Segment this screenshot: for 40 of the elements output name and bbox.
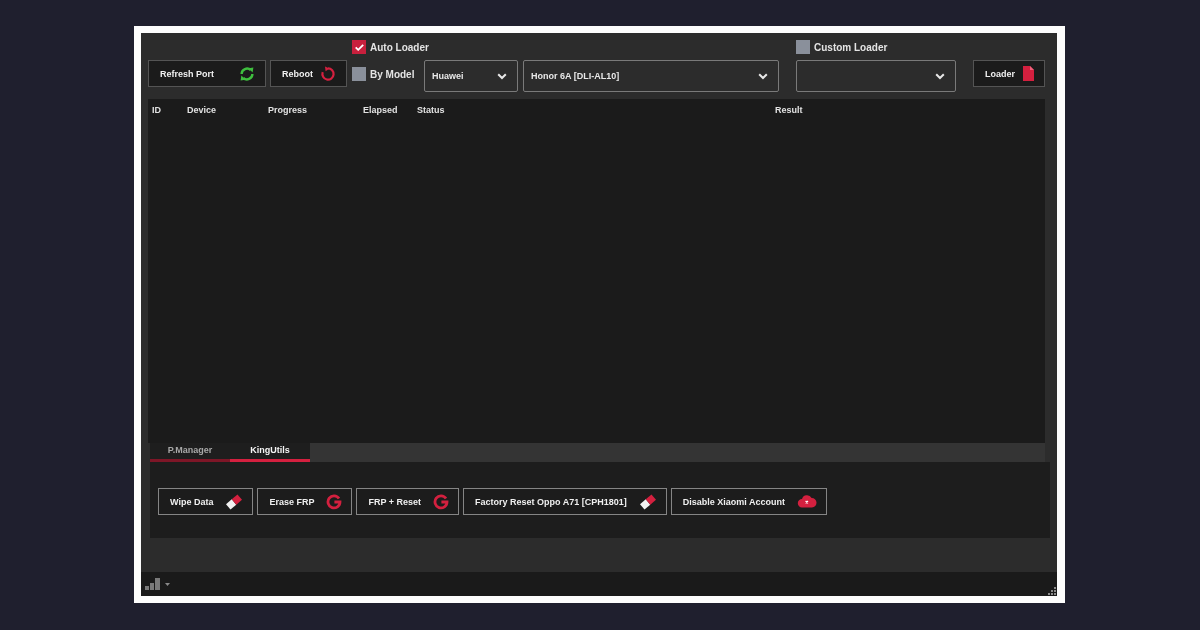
refresh-port-button[interactable]: Refresh Port [148, 60, 266, 87]
action-button[interactable]: Wipe Data [158, 488, 254, 515]
refresh-icon [239, 65, 255, 82]
loader-dropdown[interactable] [796, 60, 956, 92]
eraser-icon [225, 493, 244, 510]
checkmark-icon [354, 43, 364, 51]
by-model-checkbox[interactable] [352, 67, 366, 81]
checkbox-label: Custom Loader [814, 41, 888, 53]
tab[interactable]: KingUtils [230, 443, 310, 462]
resize-grip-icon[interactable] [1047, 586, 1056, 595]
column-header: Progress [268, 105, 308, 115]
column-header: Result [775, 105, 803, 115]
column-header: Status [417, 105, 445, 115]
model-dropdown[interactable]: Honor 6A [DLI-AL10] [523, 60, 779, 92]
checkbox-label: Auto Loader [370, 41, 429, 53]
caret-down-icon[interactable] [165, 582, 170, 586]
column-header: Elapsed [363, 105, 398, 115]
chevron-down-icon [758, 72, 768, 80]
signal-bars-icon[interactable] [145, 578, 160, 590]
reboot-button[interactable]: Reboot [270, 60, 347, 87]
eraser-icon [638, 493, 657, 510]
column-header: ID [152, 105, 161, 115]
loader-button[interactable]: Loader [973, 60, 1045, 87]
chevron-down-icon [935, 72, 945, 80]
g-logo-icon [433, 493, 450, 510]
auto-loader-checkbox[interactable] [352, 40, 366, 54]
action-button[interactable]: Erase FRP [257, 488, 353, 515]
chevron-down-icon [497, 72, 507, 80]
cloud-icon [797, 495, 817, 508]
action-button[interactable]: Disable Xiaomi Account [670, 488, 827, 515]
column-header: Device [187, 105, 217, 115]
action-button[interactable]: FRP + Reset [356, 488, 460, 515]
action-button[interactable]: Factory Reset Oppo A71 [CPH1801] [463, 488, 667, 515]
custom-loader-checkbox[interactable] [796, 40, 810, 54]
g-logo-icon [326, 493, 343, 510]
tab[interactable]: P.Manager [150, 443, 230, 462]
checkbox-label: By Model [370, 68, 415, 80]
circular-arrow-icon [320, 65, 336, 82]
document-icon [1023, 66, 1034, 81]
brand-dropdown[interactable]: Huawei [424, 60, 518, 92]
